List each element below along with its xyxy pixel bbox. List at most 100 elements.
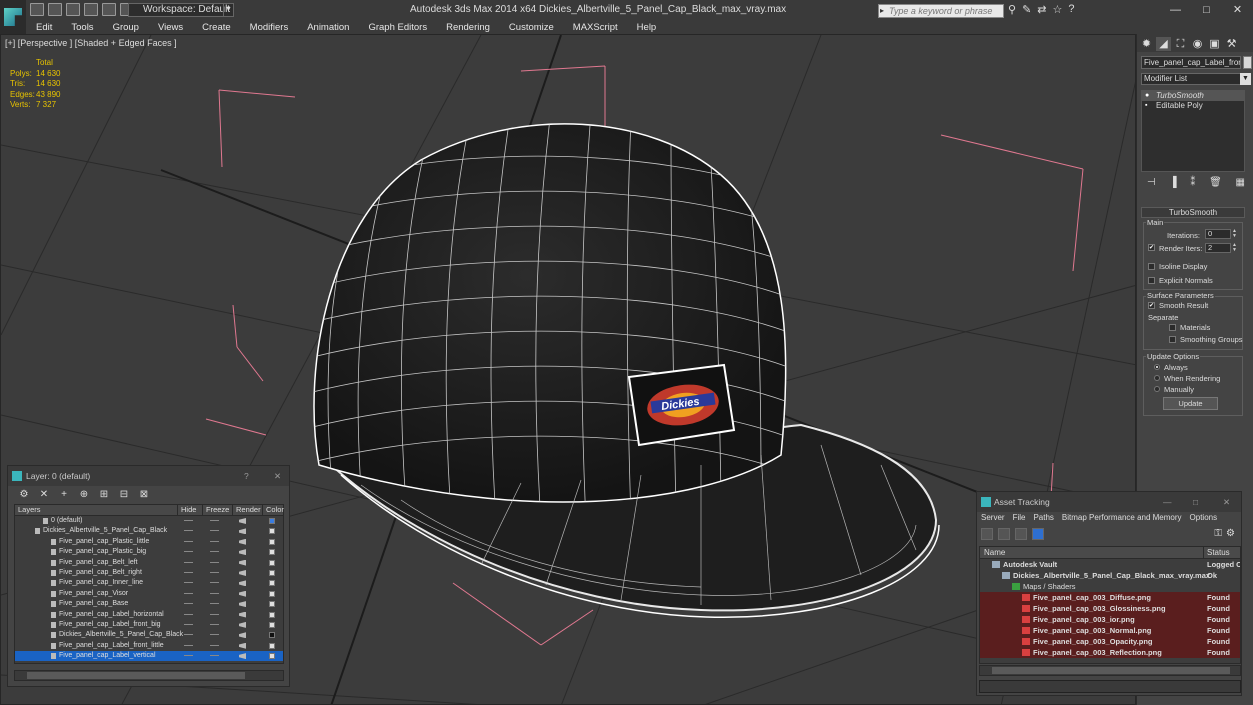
highlight-layer-icon[interactable]: ⊟	[118, 489, 130, 500]
menu-group[interactable]: Group	[113, 22, 139, 33]
hide-toggle[interactable]	[184, 540, 193, 542]
hide-toggle[interactable]	[184, 520, 193, 521]
render-toggle-icon[interactable]	[239, 549, 246, 556]
iterations-spinner[interactable]: 0	[1205, 229, 1231, 239]
asset-path-field[interactable]	[979, 680, 1241, 693]
freeze-toggle[interactable]	[210, 540, 219, 542]
hide-toggle[interactable]	[184, 530, 193, 532]
chevron-down-icon[interactable]: ▼	[1240, 73, 1251, 85]
render-toggle-icon[interactable]	[239, 538, 246, 545]
materials-checkbox[interactable]	[1169, 324, 1176, 331]
freeze-toggle[interactable]	[210, 603, 219, 605]
asset-row[interactable]: Dickies_Albertville_5_Panel_Cap_Black_ma…	[980, 570, 1240, 581]
asset-row[interactable]: Five_panel_cap_003_Normal.png Found	[980, 625, 1240, 636]
asset-row[interactable]: Five_panel_cap_003_Diffuse.png Found	[980, 592, 1240, 603]
freeze-toggle[interactable]	[210, 551, 219, 553]
layer-row[interactable]: Five_panel_cap_Belt_left	[15, 558, 283, 568]
menu-customize[interactable]: Customize	[509, 22, 554, 33]
pin-stack-icon[interactable]: ⊣	[1147, 177, 1156, 188]
layer-color-swatch[interactable]	[269, 590, 275, 597]
asset-menu-server[interactable]: Server	[981, 513, 1005, 522]
turbosmooth-rollout-header[interactable]: TurboSmooth	[1141, 207, 1245, 218]
layer-color-swatch[interactable]	[269, 569, 275, 576]
add-selection-icon[interactable]: ⊕	[78, 489, 90, 500]
create-tab-icon[interactable]: ✹	[1139, 37, 1154, 51]
display-tab-icon[interactable]: ▣	[1207, 37, 1222, 51]
layer-row[interactable]: Five_panel_cap_Label_front_big	[15, 620, 283, 630]
render-toggle-icon[interactable]	[239, 601, 246, 608]
layer-horizontal-scrollbar[interactable]	[14, 670, 284, 681]
always-radio[interactable]	[1154, 364, 1160, 370]
layer-color-swatch[interactable]	[269, 528, 275, 535]
render-toggle-icon[interactable]	[239, 569, 246, 576]
asset-menu-file[interactable]: File	[1013, 513, 1026, 522]
maximize-button[interactable]: □	[1193, 492, 1198, 512]
asset-row[interactable]: Five_panel_cap_003_Reflection.png Found	[980, 647, 1240, 658]
layer-row[interactable]: Five_panel_cap_Visor	[15, 589, 283, 599]
render-toggle-icon[interactable]	[239, 653, 246, 660]
layer-row[interactable]: Five_panel_cap_Label_horizontal	[15, 610, 283, 620]
select-objects-icon[interactable]: ⊞	[98, 489, 110, 500]
expand-plus-icon[interactable]: ▪	[1145, 102, 1152, 109]
menu-edit[interactable]: Edit	[36, 22, 52, 33]
open-file-icon[interactable]	[48, 3, 62, 16]
update-button[interactable]: Update	[1163, 397, 1218, 410]
manually-radio[interactable]	[1154, 386, 1160, 392]
menu-tools[interactable]: Tools	[71, 22, 93, 33]
stack-item-editable-poly[interactable]: ▪ Editable Poly	[1142, 101, 1244, 111]
col-color[interactable]: Color	[263, 505, 284, 515]
layer-color-swatch[interactable]	[269, 559, 275, 566]
col-name[interactable]: Name	[980, 547, 1204, 558]
layer-row[interactable]: Dickies_Albertville_5_Panel_Cap_Black	[15, 526, 283, 536]
scrollbar-thumb[interactable]	[992, 667, 1230, 674]
object-name-field[interactable]: Five_panel_cap_Label_front_	[1141, 56, 1241, 69]
render-toggle-icon[interactable]	[239, 580, 246, 587]
freeze-toggle[interactable]	[210, 592, 219, 594]
col-render[interactable]: Render	[233, 505, 263, 515]
layer-settings-icon[interactable]: ⚙	[18, 489, 30, 500]
layer-row[interactable]: Five_panel_cap_Label_front_little	[15, 641, 283, 651]
settings-icon[interactable]: ⚙	[1226, 528, 1235, 539]
object-color-swatch[interactable]	[1243, 56, 1252, 69]
close-button[interactable]: ✕	[1223, 492, 1230, 512]
maximize-button[interactable]: □	[1191, 0, 1222, 20]
hide-toggle[interactable]	[184, 561, 193, 563]
render-toggle-icon[interactable]	[239, 528, 246, 535]
render-toggle-icon[interactable]	[239, 632, 246, 639]
app-menu-button[interactable]	[0, 0, 26, 34]
asset-window-titlebar[interactable]: Asset Tracking — □ ✕	[977, 492, 1241, 512]
menu-animation[interactable]: Animation	[307, 22, 349, 33]
layer-row[interactable]: Dickies_Albertville_5_Panel_Cap_Black	[15, 630, 283, 640]
binoculars-icon[interactable]: ⚲	[1008, 3, 1016, 16]
menu-modifiers[interactable]: Modifiers	[250, 22, 289, 33]
wrench-icon[interactable]: ✎	[1022, 3, 1031, 16]
asset-row[interactable]: Autodesk Vault Logged C	[980, 559, 1240, 570]
layer-color-swatch[interactable]	[269, 621, 275, 628]
layer-color-swatch[interactable]	[269, 580, 275, 587]
layer-color-swatch[interactable]	[269, 518, 275, 524]
menu-create[interactable]: Create	[202, 22, 231, 33]
help-icon[interactable]: ?	[244, 466, 249, 486]
layer-color-swatch[interactable]	[269, 549, 275, 556]
star-icon[interactable]: ☆	[1053, 3, 1063, 16]
configure-sets-icon[interactable]: ▦	[1236, 177, 1245, 188]
motion-tab-icon[interactable]: ◉	[1190, 37, 1205, 51]
stack-item-turbosmooth[interactable]: ● TurboSmooth	[1142, 91, 1244, 101]
hide-toggle[interactable]	[184, 592, 193, 594]
render-iters-checkbox[interactable]: ✔	[1148, 244, 1155, 251]
explicit-normals-checkbox[interactable]	[1148, 277, 1155, 284]
vault-connect-icon[interactable]: ⚿	[1214, 528, 1222, 539]
layer-row[interactable]: Five_panel_cap_Plastic_little	[15, 537, 283, 547]
layer-color-swatch[interactable]	[269, 601, 275, 608]
layer-color-swatch[interactable]	[269, 611, 275, 618]
close-button[interactable]: ✕	[1222, 0, 1253, 20]
menu-views[interactable]: Views	[158, 22, 183, 33]
layer-row[interactable]: 0 (default)	[15, 516, 283, 526]
make-unique-icon[interactable]: ⁑	[1190, 177, 1195, 188]
layer-row[interactable]: Five_panel_cap_Inner_line	[15, 578, 283, 588]
render-toggle-icon[interactable]	[239, 518, 246, 524]
asset-row[interactable]: Maps / Shaders	[980, 581, 1240, 592]
freeze-toggle[interactable]	[210, 655, 219, 657]
hide-toggle[interactable]	[184, 634, 193, 636]
asset-row[interactable]: Five_panel_cap_003_Glossiness.png Found	[980, 603, 1240, 614]
